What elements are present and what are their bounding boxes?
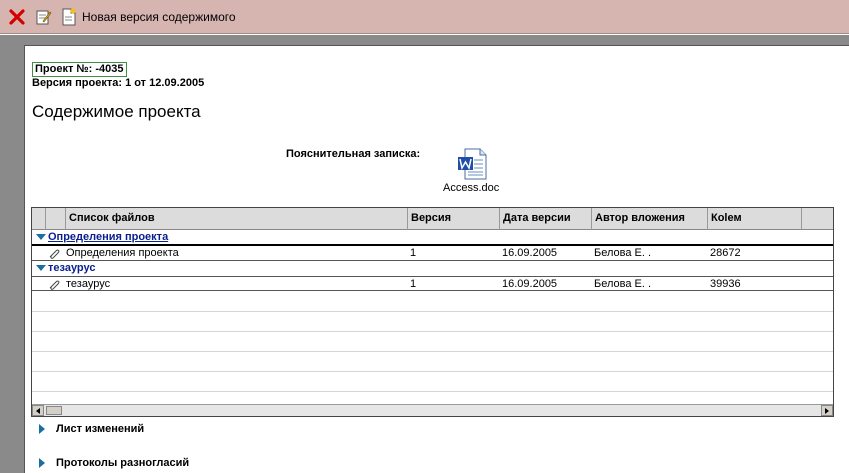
content-frame: Проект №: -4035 Версия проекта: 1 от 12.… (0, 35, 849, 473)
disagreement-protocols-section[interactable]: Протоколы разногласий (39, 457, 189, 469)
expand-triangle-icon[interactable] (36, 234, 46, 240)
paperclip-icon (49, 249, 60, 259)
expand-triangle-icon[interactable] (39, 458, 45, 468)
empty-row (32, 372, 833, 392)
grid-header-filler (802, 208, 833, 230)
project-number: Проект №: -4035 (32, 62, 127, 77)
empty-row (32, 312, 833, 332)
new-version-button[interactable]: Новая версия содержимого (60, 6, 236, 28)
edit-button[interactable] (34, 6, 52, 28)
file-date: 16.09.2005 (502, 247, 558, 259)
file-name: Определения проекта (66, 247, 179, 259)
page-title: Содержимое проекта (32, 102, 201, 121)
group-row[interactable]: тезаурус (32, 262, 833, 276)
delete-button[interactable] (8, 6, 26, 28)
toolbar: Новая версия содержимого (0, 0, 849, 34)
column-header-size[interactable]: Кolем (708, 208, 802, 230)
file-size: 28672 (710, 247, 741, 259)
project-version: Версия проекта: 1 от 12.09.2005 (32, 77, 205, 89)
new-version-label: Новая версия содержимого (82, 9, 236, 24)
grid-header-icon-col (46, 208, 66, 230)
column-header-version[interactable]: Версия (408, 208, 500, 230)
file-name: тезаурус (66, 278, 111, 290)
explanatory-note-file[interactable]: Access.doc (443, 182, 499, 194)
new-document-icon (62, 8, 76, 25)
empty-row (32, 292, 833, 312)
expand-triangle-icon[interactable] (36, 265, 46, 271)
file-author: Белова Е. . (594, 247, 652, 259)
group-row[interactable]: Определения проекта (32, 231, 833, 245)
grid-header-corner (32, 208, 46, 230)
close-icon (9, 8, 25, 25)
files-grid: Список файлов Версия Дата версии Автор в… (31, 207, 834, 417)
file-author: Белова Е. . (594, 278, 652, 290)
changes-sheet-section[interactable]: Лист изменений (39, 423, 144, 435)
empty-row (32, 332, 833, 352)
column-header-files[interactable]: Список файлов (66, 208, 408, 230)
file-size: 39936 (710, 278, 741, 290)
file-date: 16.09.2005 (502, 278, 558, 290)
group-title: Определения проекта (48, 231, 169, 243)
content-panel: Проект №: -4035 Версия проекта: 1 от 12.… (24, 45, 849, 473)
file-version: 1 (410, 247, 417, 259)
expand-triangle-icon[interactable] (39, 424, 45, 434)
table-row[interactable]: тезаурус 1 16.09.2005 Белова Е. . 39936 (32, 276, 833, 291)
scroll-right-button[interactable] (821, 405, 833, 416)
horizontal-scrollbar[interactable] (32, 404, 833, 416)
column-header-author[interactable]: Автор вложения (592, 208, 708, 230)
arrow-right-icon (825, 407, 829, 414)
word-document-icon[interactable] (456, 147, 488, 181)
scroll-left-button[interactable] (32, 405, 44, 416)
empty-row (32, 352, 833, 372)
group-title: тезаурус (48, 262, 96, 274)
changes-sheet-label: Лист изменений (56, 423, 145, 435)
file-version: 1 (410, 278, 417, 290)
edit-document-icon (36, 10, 52, 24)
disagreement-protocols-label: Протоколы разногласий (56, 457, 190, 469)
table-row[interactable]: Определения проекта 1 16.09.2005 Белова … (32, 246, 833, 261)
paperclip-icon (49, 280, 60, 290)
explanatory-note-label: Пояснительная записка: (286, 148, 421, 160)
scroll-thumb[interactable] (46, 406, 62, 415)
column-header-date[interactable]: Дата версии (500, 208, 592, 230)
grid-header: Список файлов Версия Дата версии Автор в… (32, 208, 833, 230)
arrow-left-icon (36, 407, 40, 414)
